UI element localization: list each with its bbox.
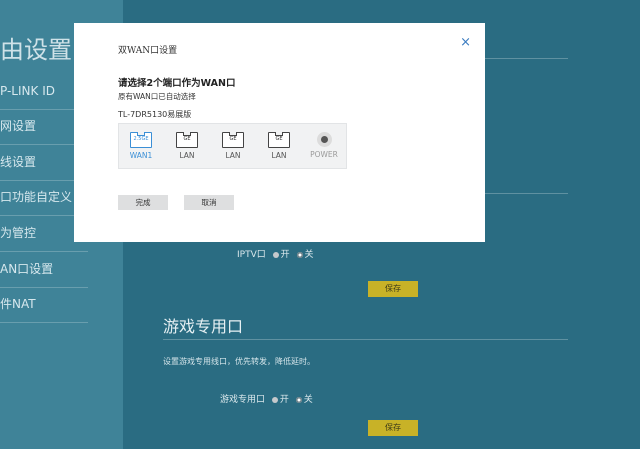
port-label: POWER	[310, 150, 338, 159]
game-port-save-button[interactable]: 保存	[368, 420, 418, 436]
sidebar-item-nat[interactable]: 件NAT	[0, 287, 88, 323]
dialog-subtext: 原有WAN口已自动选择	[118, 92, 196, 101]
port-label: LAN	[271, 151, 287, 160]
sidebar-item-lan[interactable]: AN口设置	[0, 252, 88, 288]
divider	[163, 339, 568, 340]
port-label: LAN	[179, 151, 195, 160]
game-port-section-title: 游戏专用口	[163, 317, 244, 336]
dialog-heading: 请选择2个端口作为WAN口	[118, 78, 236, 89]
ethernet-port-icon: GE	[268, 131, 290, 148]
game-port-on-radio[interactable]	[271, 396, 278, 403]
cancel-button[interactable]: 取消	[184, 195, 234, 210]
iptv-off-label: 关	[304, 250, 314, 260]
dialog-title: 双WAN口设置	[118, 46, 178, 56]
confirm-button[interactable]: 完成	[118, 195, 168, 210]
port-label: WAN1	[129, 151, 153, 160]
game-port-description: 设置游戏专用线口，优先转发，降低延时。	[163, 357, 315, 366]
game-port-off-label: 关	[303, 395, 313, 405]
game-port-off-radio[interactable]	[295, 396, 302, 403]
iptv-save-button[interactable]: 保存	[368, 281, 418, 297]
port-lan2[interactable]: GE LAN	[217, 131, 249, 160]
game-port-label: 游戏专用口	[220, 395, 266, 405]
iptv-off-radio[interactable]	[296, 251, 303, 258]
ethernet-port-icon: 2.5GE	[130, 131, 152, 148]
iptv-label: IPTV口	[237, 250, 266, 260]
sidebar-title: 由设置	[0, 36, 72, 64]
router-model: TL-7DR5130易展版	[118, 110, 192, 119]
ethernet-port-icon: GE	[222, 131, 244, 148]
iptv-on-radio[interactable]	[272, 251, 279, 258]
port-lan1[interactable]: GE LAN	[171, 131, 203, 160]
port-panel: 2.5GE WAN1 GE LAN GE LAN GE LAN POWER	[118, 123, 347, 169]
port-lan3[interactable]: GE LAN	[263, 131, 295, 160]
iptv-row: IPTV口 开 关	[237, 247, 314, 260]
dual-wan-dialog: 双WAN口设置 × 请选择2个端口作为WAN口 原有WAN口已自动选择 TL-7…	[74, 23, 485, 242]
iptv-on-label: 开	[280, 250, 290, 260]
port-wan1[interactable]: 2.5GE WAN1	[125, 131, 157, 160]
port-label: LAN	[225, 151, 241, 160]
game-port-row: 游戏专用口 开 关	[220, 392, 313, 405]
close-icon[interactable]: ×	[460, 36, 471, 49]
game-port-on-label: 开	[279, 395, 289, 405]
power-icon	[316, 132, 332, 147]
port-power: POWER	[308, 132, 340, 159]
ethernet-port-icon: GE	[176, 131, 198, 148]
